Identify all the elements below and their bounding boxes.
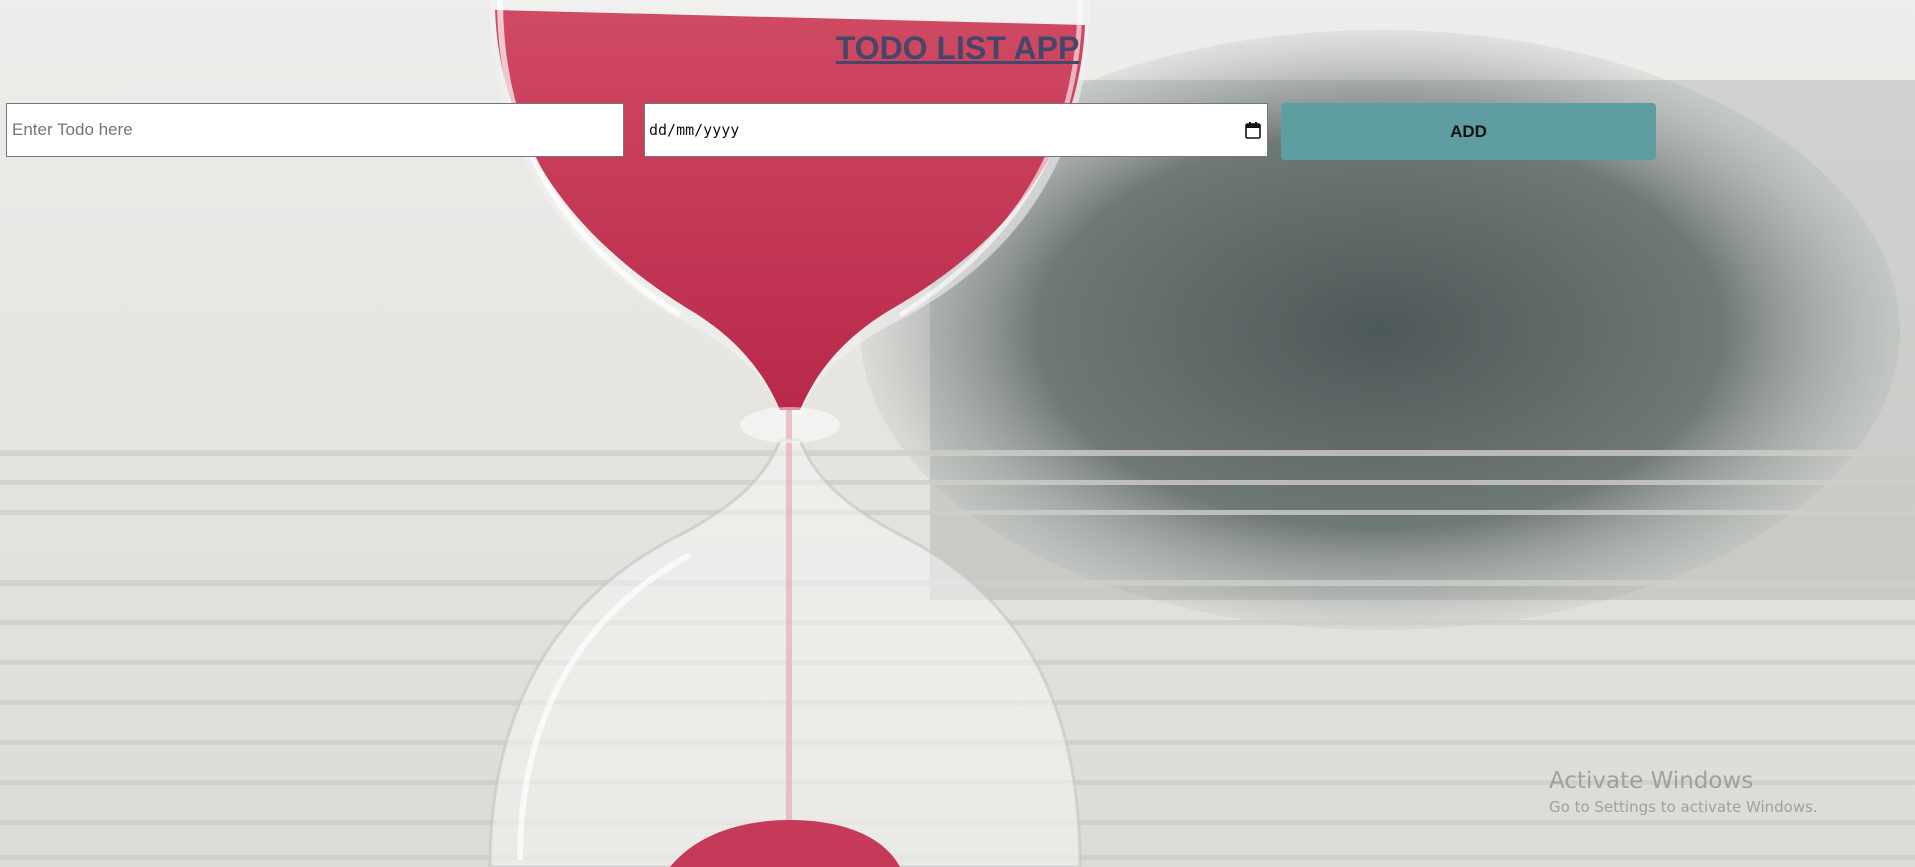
page-title: TODO LIST APP bbox=[835, 30, 1080, 66]
activate-windows-watermark: Activate Windows Go to Settings to activ… bbox=[1549, 768, 1818, 816]
calendar-icon[interactable] bbox=[1245, 122, 1261, 139]
add-todo-button[interactable]: ADD bbox=[1281, 103, 1656, 160]
todo-text-input[interactable] bbox=[6, 103, 624, 157]
watermark-title: Activate Windows bbox=[1549, 768, 1754, 794]
watermark-subtitle: Go to Settings to activate Windows. bbox=[1549, 798, 1818, 816]
due-date-input[interactable]: dd/mm/yyyy bbox=[644, 103, 1268, 157]
app-page: TODO LIST APP dd/mm/yyyy ADD Activate Wi… bbox=[0, 0, 1915, 867]
date-value: dd/mm/yyyy bbox=[649, 121, 740, 139]
